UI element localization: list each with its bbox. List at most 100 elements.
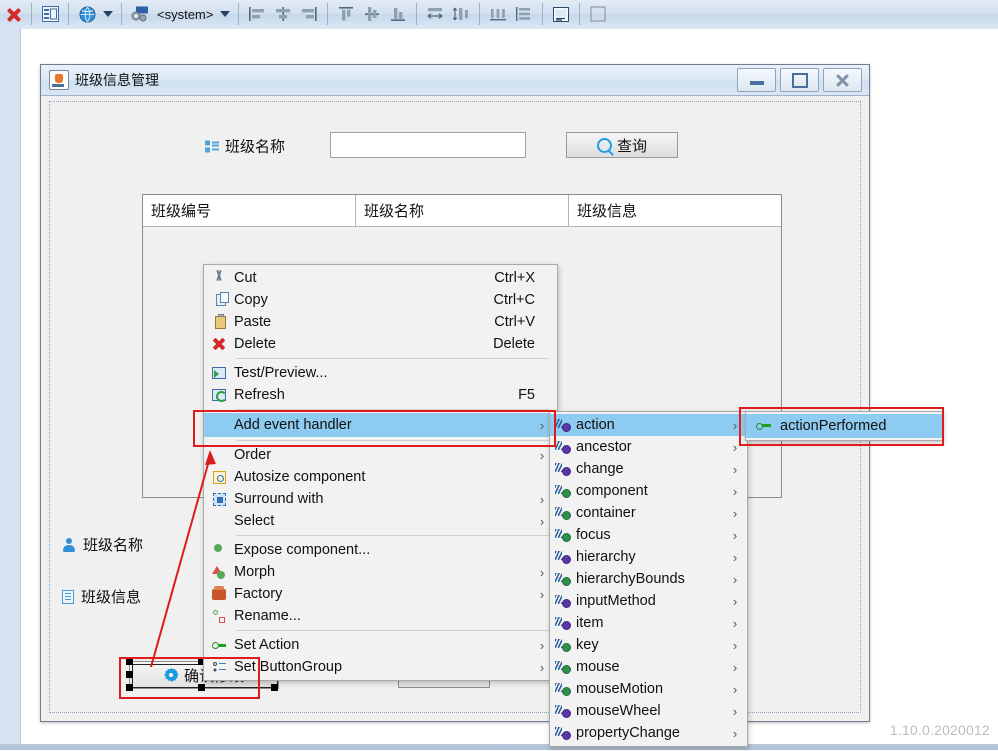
align-left-icon[interactable] [244, 2, 270, 26]
form-editor-button[interactable] [37, 2, 63, 26]
event-icon-purple [550, 436, 576, 458]
menu-item-event-mousemotion[interactable]: mouseMotion › [550, 678, 747, 700]
selection-handle[interactable] [126, 684, 133, 691]
person-icon [62, 537, 76, 552]
same-width-icon[interactable] [422, 2, 448, 26]
menu-item-event-hierarchy[interactable]: hierarchy › [550, 546, 747, 568]
toolbar-separator [31, 3, 32, 25]
selection-handle[interactable] [126, 671, 133, 678]
menu-item-event-focus[interactable]: focus › [550, 524, 747, 546]
menu-item-surround-with[interactable]: Surround with › [204, 488, 557, 510]
selection-handle[interactable] [271, 684, 278, 691]
menu-item-order[interactable]: Order › [204, 444, 557, 466]
menu-item-set-buttongroup[interactable]: Set ButtonGroup › [204, 656, 557, 678]
table-column-header[interactable]: 班级编号 [143, 195, 356, 227]
align-middle-v-icon[interactable] [359, 2, 385, 26]
menu-item-paste[interactable]: Paste Ctrl+V [204, 311, 557, 333]
menu-item-set-action[interactable]: Set Action › [204, 634, 557, 656]
menu-item-event-inputmethod[interactable]: inputMethod › [550, 590, 747, 612]
event-types-submenu[interactable]: action › ancestor › change › component › contain… [549, 411, 748, 747]
menu-item-event-mousewheel[interactable]: mouseWheel › [550, 700, 747, 722]
event-icon-green [550, 568, 576, 590]
menu-item-delete[interactable]: Delete Delete [204, 333, 557, 355]
menu-item-autosize-component[interactable]: Autosize component [204, 466, 557, 488]
chevron-right-icon: › [732, 549, 738, 565]
chevron-right-icon: › [732, 417, 738, 433]
table-column-header[interactable]: 班级名称 [356, 195, 569, 227]
menu-item-event-key[interactable]: key › [550, 634, 747, 656]
preview-dropdown-arrow[interactable] [100, 2, 116, 26]
stop-button[interactable] [0, 2, 26, 26]
menu-item-factory[interactable]: Factory › [204, 583, 557, 605]
menu-item-refresh[interactable]: Refresh F5 [204, 384, 557, 406]
menu-item-event-container[interactable]: container › [550, 502, 747, 524]
chevron-right-icon: › [732, 505, 738, 521]
action-event-submenu[interactable]: actionPerformed [745, 411, 943, 441]
menu-item-label: mouseMotion [576, 681, 664, 697]
menu-item-label: propertyChange [576, 725, 680, 741]
menu-item-label: inputMethod [576, 593, 656, 609]
chevron-right-icon: › [539, 586, 545, 602]
menu-item-event-ancestor[interactable]: ancestor › [550, 436, 747, 458]
menu-item-label: key [576, 637, 599, 653]
selection-handle[interactable] [126, 658, 133, 665]
align-right-icon[interactable] [296, 2, 322, 26]
context-menu[interactable]: Cut Ctrl+X Copy Ctrl+C Paste Ctrl+V Dele… [203, 264, 558, 681]
grid-icon[interactable] [585, 2, 611, 26]
menu-item-event-mouse[interactable]: mouse › [550, 656, 747, 678]
menu-item-select[interactable]: Select › [204, 510, 557, 532]
menu-item-event-hierarchybounds[interactable]: hierarchyBounds › [550, 568, 747, 590]
align-bottom-icon[interactable] [385, 2, 411, 26]
preview-design-button[interactable] [74, 2, 100, 26]
menu-item-event-component[interactable]: component › [550, 480, 747, 502]
preview-layout-icon[interactable] [548, 2, 574, 26]
query-button[interactable]: 查询 [566, 132, 678, 158]
menu-item-label: mouseWheel [576, 703, 661, 719]
menu-item-event-item[interactable]: item › [550, 612, 747, 634]
event-icon-purple [550, 458, 576, 480]
event-icon-purple [550, 414, 576, 436]
space-vertical-icon[interactable] [511, 2, 537, 26]
selection-handle[interactable] [198, 684, 205, 691]
dialog-titlebar[interactable]: 班级信息管理 [41, 65, 869, 96]
event-icon-green [550, 480, 576, 502]
look-and-feel-dropdown-arrow[interactable] [217, 2, 233, 26]
chevron-right-icon: › [732, 637, 738, 653]
menu-item-rename[interactable]: Rename... [204, 605, 557, 627]
menu-item-label: Morph [234, 564, 276, 580]
menu-item-event-propertychange[interactable]: propertyChange › [550, 722, 747, 744]
look-and-feel-button[interactable] [127, 2, 153, 26]
same-height-icon[interactable] [448, 2, 474, 26]
table-header: 班级编号 班级名称 班级信息 [143, 195, 781, 227]
menu-item-copy[interactable]: Copy Ctrl+C [204, 289, 557, 311]
globe-icon [79, 6, 95, 22]
menu-item-label: actionPerformed [780, 418, 887, 434]
menu-item-cut[interactable]: Cut Ctrl+X [204, 267, 557, 289]
chevron-right-icon: › [539, 417, 545, 433]
dialog-title: 班级信息管理 [75, 72, 159, 88]
menu-item-action-performed[interactable]: actionPerformed [746, 414, 942, 438]
menu-item-expose-component[interactable]: Expose component... [204, 539, 557, 561]
search-input[interactable] [330, 132, 526, 158]
menu-item-morph[interactable]: Morph › [204, 561, 557, 583]
form-field-class-name: 班级名称 [62, 534, 143, 555]
chevron-right-icon: › [539, 491, 545, 507]
minimize-icon [749, 81, 764, 85]
close-button[interactable] [823, 68, 862, 92]
factory-icon [204, 583, 234, 605]
menu-item-accelerator: Delete [493, 336, 535, 352]
menu-item-event-action[interactable]: action › [550, 414, 747, 436]
test-preview-icon [204, 362, 234, 384]
minimize-button[interactable] [737, 68, 776, 92]
menu-item-test-preview[interactable]: Test/Preview... [204, 362, 557, 384]
left-gutter [0, 28, 21, 750]
maximize-button[interactable] [780, 68, 819, 92]
menu-item-add-event-handler[interactable]: Add event handler › [204, 413, 557, 437]
menu-separator [236, 535, 549, 536]
space-horizontal-icon[interactable] [485, 2, 511, 26]
align-top-icon[interactable] [333, 2, 359, 26]
align-center-h-icon[interactable] [270, 2, 296, 26]
menu-item-event-change[interactable]: change › [550, 458, 747, 480]
table-column-header[interactable]: 班级信息 [569, 195, 781, 227]
toolbar-separator [327, 3, 329, 25]
